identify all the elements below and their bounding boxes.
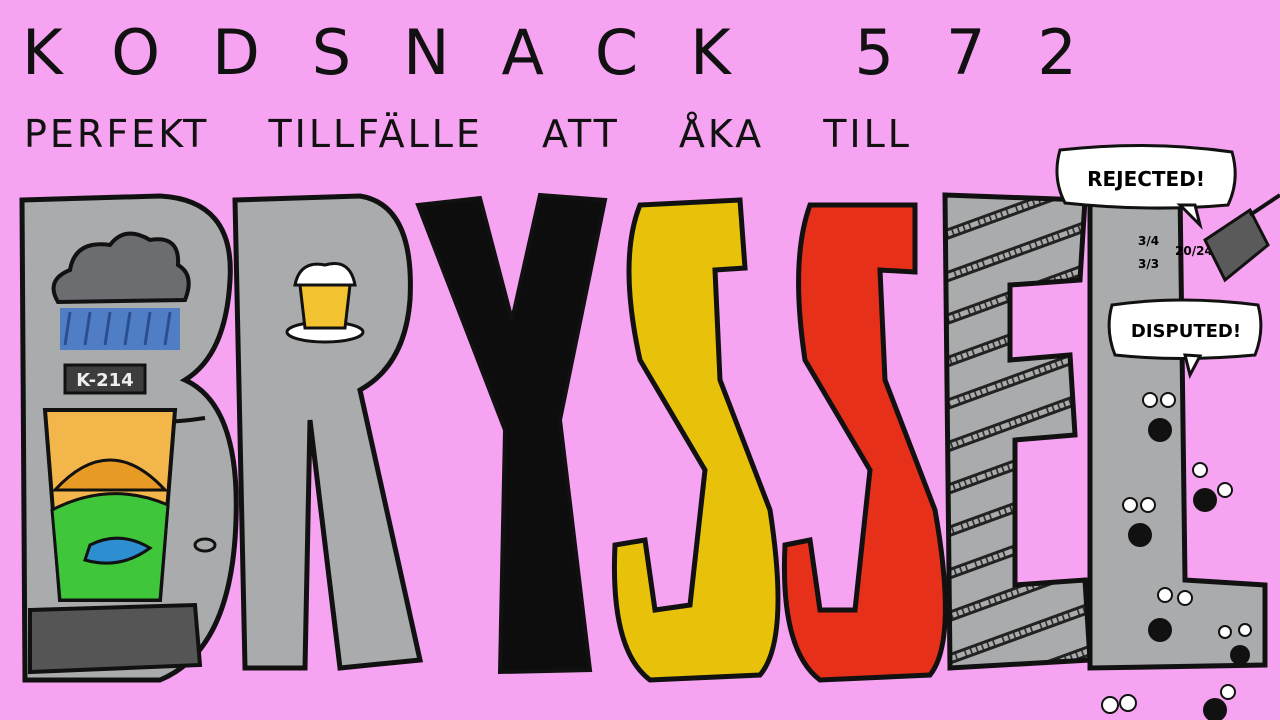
rejected-text: REJECTED! xyxy=(1087,167,1205,191)
fly-swatter-icon xyxy=(1203,193,1280,283)
door-sign: K-214 xyxy=(63,363,147,395)
brussels-lettering-illustration: K-214 REJECTED! DISPUTED! 3/4 3/3 20/24 xyxy=(19,143,1280,720)
svg-text:3/4: 3/4 xyxy=(1138,234,1159,248)
svg-text:3/3: 3/3 xyxy=(1138,257,1159,271)
disputed-text: DISPUTED! xyxy=(1131,321,1241,342)
door-label: K-214 xyxy=(76,370,133,391)
letter-y xyxy=(415,192,608,675)
letter-s-red xyxy=(781,202,948,683)
letter-s-yellow xyxy=(611,197,781,683)
letter-e xyxy=(942,192,1093,671)
